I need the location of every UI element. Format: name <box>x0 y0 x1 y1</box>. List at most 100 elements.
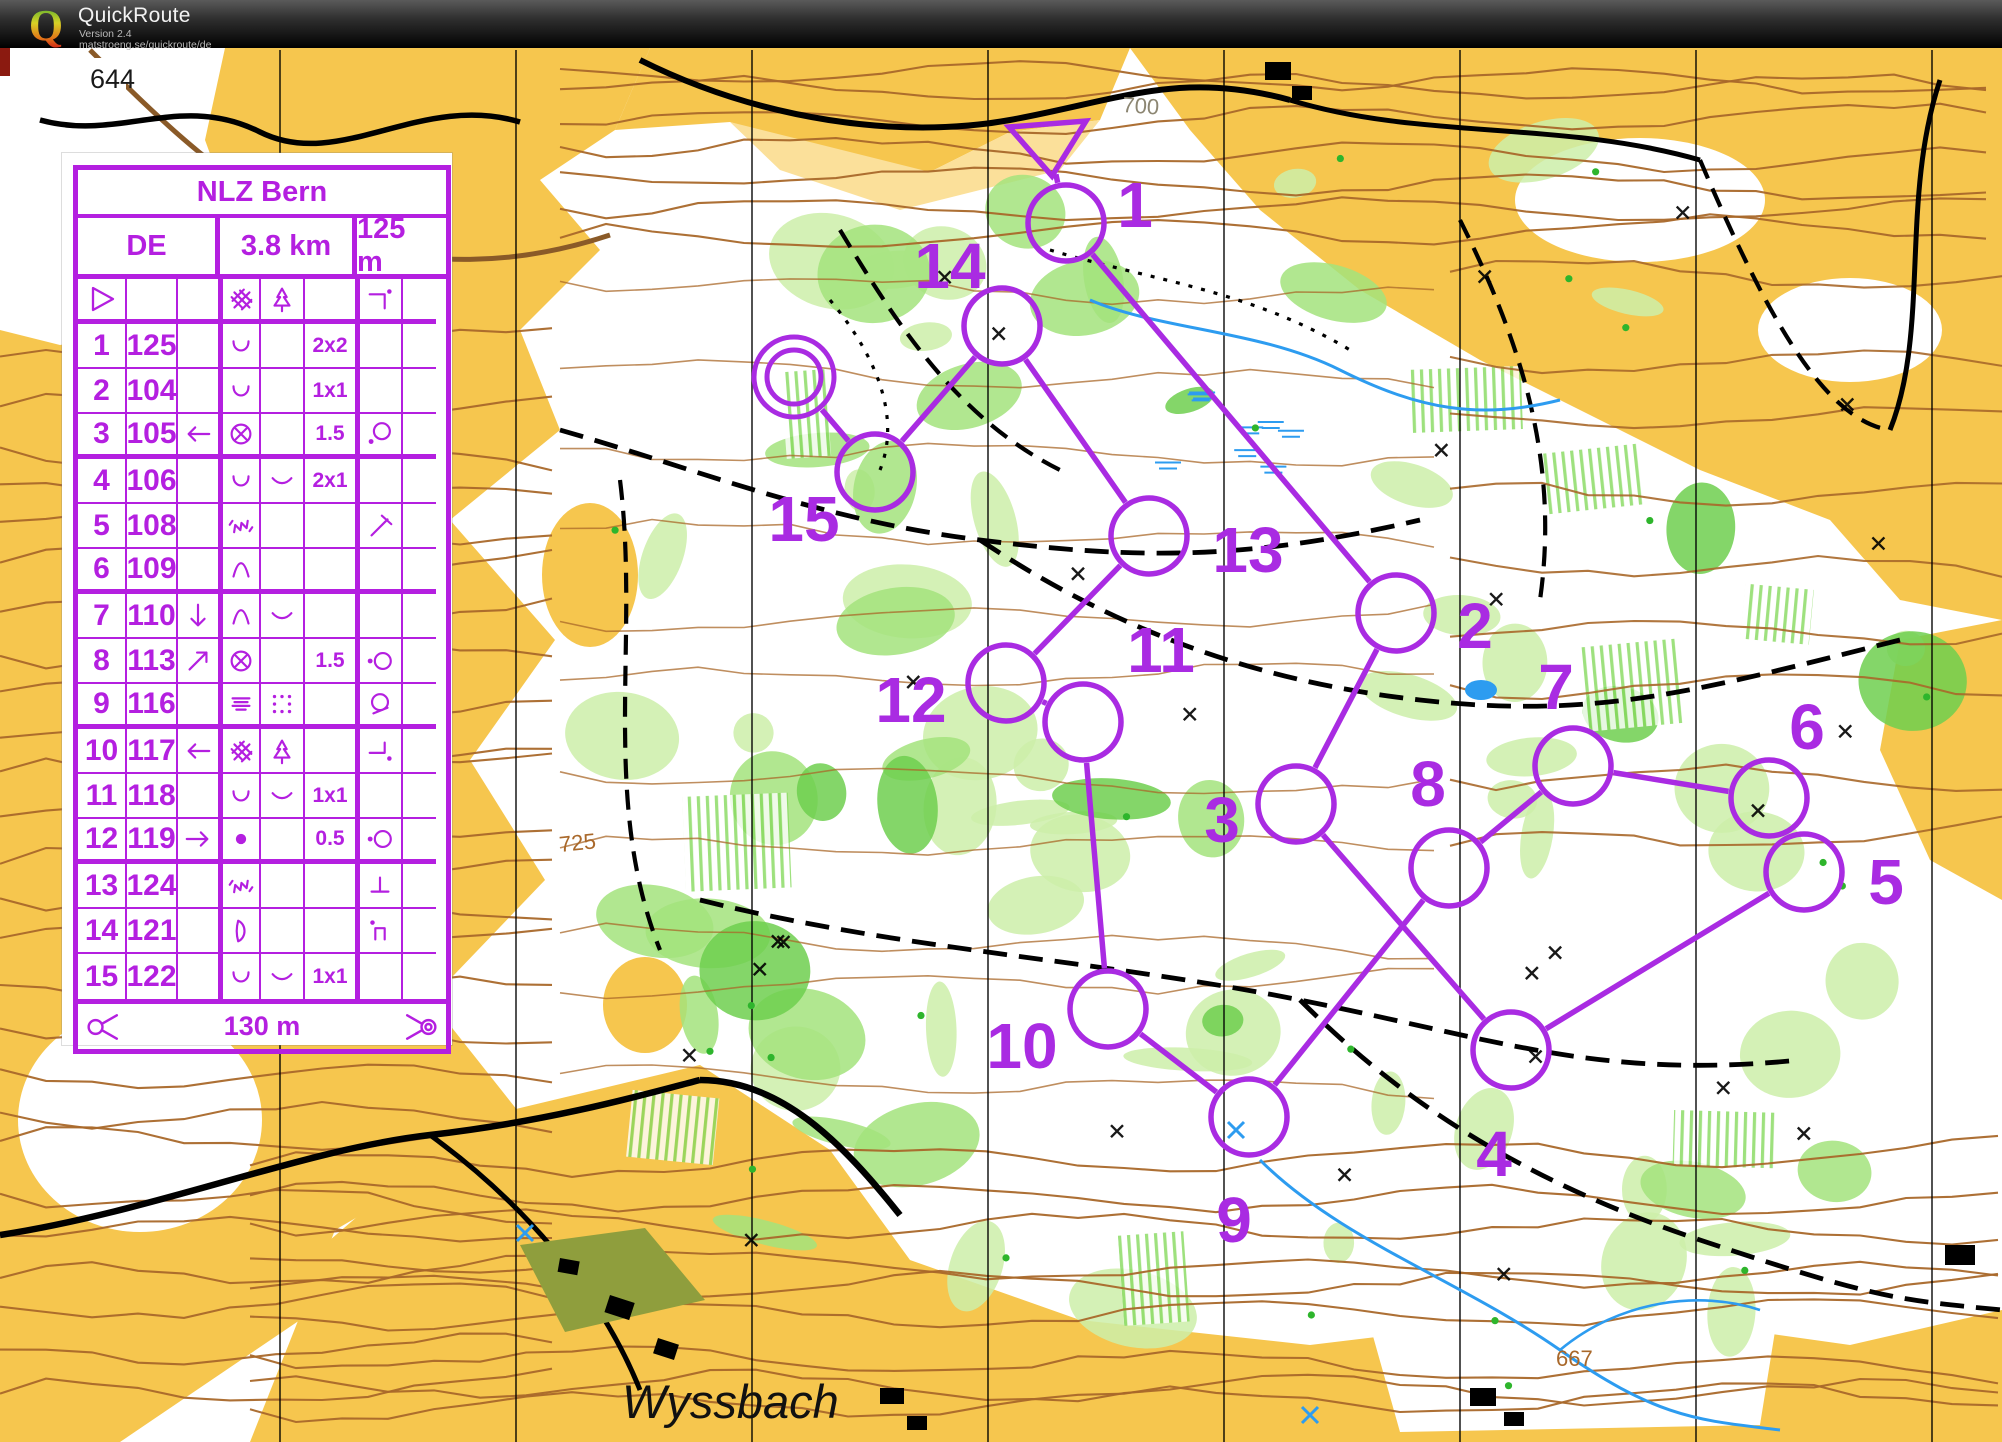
control-number: 10 <box>78 729 127 774</box>
other-cell <box>403 279 436 324</box>
which-of-cell <box>178 864 220 909</box>
other-cell <box>403 684 436 729</box>
control-number: 7 <box>78 594 127 639</box>
control-row-9: 9116 <box>78 684 446 729</box>
control-row-15: 151221x1 <box>78 954 446 999</box>
control-row-6: 6109 <box>78 549 446 594</box>
control-circle-9 <box>1211 1079 1287 1155</box>
thicket-icon <box>226 736 256 766</box>
control-label-1: 1 <box>1117 169 1153 241</box>
appearance-cell <box>261 504 305 549</box>
control-label-7: 7 <box>1538 651 1574 723</box>
shallow-icon <box>267 466 297 496</box>
feature-cell <box>218 864 262 909</box>
shallow-icon <box>267 962 297 992</box>
spur-icon <box>226 916 256 946</box>
gap-dot-icon <box>365 916 395 946</box>
dimensions-cell <box>305 279 357 324</box>
control-rows: 11252x221041x131051.541062x1510861097110… <box>78 279 446 999</box>
other-cell <box>403 954 436 999</box>
feature-cell <box>218 459 262 504</box>
dimensions-cell: 1x1 <box>305 369 357 414</box>
gully-icon <box>226 871 256 901</box>
app-title: QuickRoute <box>78 4 191 28</box>
feature-cell <box>218 909 262 954</box>
position-cell <box>355 324 404 369</box>
which-of-cell <box>178 819 220 864</box>
control-label-8: 8 <box>1410 748 1446 820</box>
position-cell <box>355 369 404 414</box>
finish-funnel-left-icon <box>86 1010 120 1044</box>
control-circle-11 <box>1045 684 1121 760</box>
control-number: 4 <box>78 459 127 504</box>
which-of-cell <box>178 594 220 639</box>
which-of-cell <box>178 774 220 819</box>
feature-cell <box>218 504 262 549</box>
other-cell <box>403 729 436 774</box>
circle-dot-w-icon <box>365 824 395 854</box>
position-cell <box>355 459 404 504</box>
control-number: 12 <box>78 819 127 864</box>
control-label-6: 6 <box>1789 691 1825 763</box>
position-cell <box>355 639 404 684</box>
dimensions-cell: 0.5 <box>305 819 357 864</box>
map-label-wyssbach: Wyssbach <box>622 1375 839 1428</box>
finish-distance: 130 m <box>224 1011 301 1042</box>
map-label-700: 700 <box>1122 92 1160 120</box>
course-climb: 125 m <box>357 218 436 274</box>
control-number: 8 <box>78 639 127 684</box>
which-of-cell <box>178 684 220 729</box>
control-code: 104 <box>127 369 178 414</box>
control-number <box>78 279 127 324</box>
appearance-cell <box>261 864 305 909</box>
depression-icon <box>226 962 256 992</box>
start-triangle-icon <box>86 283 118 315</box>
position-cell <box>355 954 404 999</box>
app-url-link[interactable]: matstroeng.se/quickroute/de <box>79 39 212 51</box>
feature-cell <box>218 684 262 729</box>
conifer-tree-icon <box>267 736 297 766</box>
dimensions-cell <box>305 729 357 774</box>
control-number: 15 <box>78 954 127 999</box>
which-of-cell <box>178 459 220 504</box>
quickroute-logo-icon[interactable]: Q <box>24 2 68 48</box>
dot-grid-icon <box>267 689 297 719</box>
dimensions-cell: 1.5 <box>305 639 357 684</box>
control-label-12: 12 <box>875 664 946 736</box>
control-label-13: 13 <box>1212 514 1283 586</box>
control-number: 1 <box>78 324 127 369</box>
feature-cell <box>218 594 262 639</box>
corner-se-dot-icon <box>365 736 395 766</box>
shallow-icon <box>267 601 297 631</box>
which-of-cell <box>178 729 220 774</box>
appearance-cell <box>261 954 305 999</box>
other-cell <box>403 594 436 639</box>
control-row-3: 31051.5 <box>78 414 446 459</box>
course-leg <box>1026 360 1126 503</box>
other-cell <box>403 369 436 414</box>
dimensions-cell: 1.5 <box>305 414 357 459</box>
dimensions-cell: 2x2 <box>305 324 357 369</box>
appearance-cell <box>261 819 305 864</box>
appearance-cell <box>261 684 305 729</box>
other-cell <box>403 324 436 369</box>
dimensions-cell: 2x1 <box>305 459 357 504</box>
finish-funnel-left-icon <box>86 1010 120 1044</box>
which-of-cell <box>178 414 220 459</box>
other-cell <box>403 459 436 504</box>
appearance-cell <box>261 549 305 594</box>
appearance-cell <box>261 414 305 459</box>
control-number: 14 <box>78 909 127 954</box>
dimensions-cell <box>305 864 357 909</box>
other-cell <box>403 819 436 864</box>
dimensions-cell <box>305 909 357 954</box>
control-label-9: 9 <box>1216 1184 1252 1256</box>
control-row-5: 5108 <box>78 504 446 549</box>
map-label-725: 725 <box>558 828 597 857</box>
appearance-cell <box>261 774 305 819</box>
course-leg <box>1056 174 1058 183</box>
control-code: 116 <box>127 684 178 729</box>
other-cell <box>403 864 436 909</box>
which-of-cell <box>178 369 220 414</box>
which-of-cell <box>178 279 220 324</box>
